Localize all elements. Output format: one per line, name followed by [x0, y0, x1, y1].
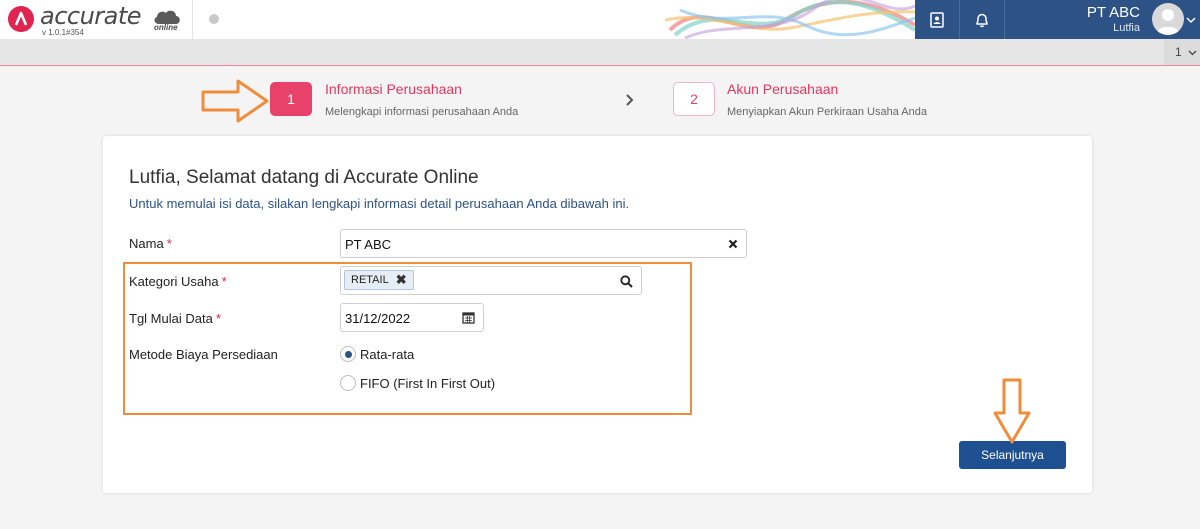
required-mark: *	[166, 236, 172, 251]
page-number: 1	[1175, 45, 1182, 59]
nama-label: Nama *	[129, 236, 172, 251]
header-user-area: PT ABC Lutfia	[915, 0, 1200, 39]
step-1-title: Informasi Perusahaan	[325, 81, 462, 97]
company-info[interactable]: PT ABC Lutfia	[1087, 4, 1140, 34]
step-2-number[interactable]: 2	[673, 82, 715, 116]
next-button[interactable]: Selanjutnya	[959, 441, 1066, 469]
avatar[interactable]	[1152, 3, 1184, 35]
logo-text: accurate	[40, 2, 142, 30]
annotation-arrow-down-icon	[993, 378, 1031, 444]
tab-bar: 1	[0, 39, 1200, 66]
notification-button[interactable]	[960, 0, 1004, 39]
nama-value: PT ABC	[345, 237, 392, 252]
chevron-right-icon	[626, 94, 634, 106]
tab-indicator[interactable]	[209, 14, 219, 24]
version-label: v 1.0.1#354	[42, 28, 84, 37]
step-1-number[interactable]: 1	[270, 82, 312, 116]
chevron-down-icon[interactable]	[1186, 16, 1196, 24]
user-name: Lutfia	[1113, 22, 1140, 34]
nama-input[interactable]: PT ABC	[340, 229, 747, 258]
bell-icon	[976, 13, 988, 27]
app-logo[interactable]: accurate online v 1.0.1#354	[8, 2, 188, 37]
chevron-down-icon	[1188, 50, 1197, 56]
step-2-title: Akun Perusahaan	[727, 81, 839, 97]
welcome-title: Lutfia, Selamat datang di Accurate Onlin…	[129, 167, 479, 188]
top-bar: accurate online v 1.0.1#354 PT ABC Lutfi…	[0, 0, 1200, 39]
logo-online-text: online	[154, 23, 178, 32]
highlight-box	[123, 262, 692, 415]
step-2-subtitle: Menyiapkan Akun Perkiraan Usaha Anda	[727, 106, 927, 118]
step-1-subtitle: Melengkapi informasi perusahaan Anda	[325, 106, 519, 118]
annotation-arrow-right-icon	[201, 79, 269, 123]
company-name: PT ABC	[1086, 4, 1140, 21]
clear-icon[interactable]	[728, 239, 738, 249]
welcome-subtitle: Untuk memulai isi data, silakan lengkapi…	[129, 196, 630, 211]
decorative-swirl	[665, 0, 915, 39]
address-book-icon	[930, 11, 944, 28]
avatar-icon	[1156, 9, 1180, 35]
address-book-button[interactable]	[915, 0, 959, 39]
divider	[192, 0, 193, 39]
divider	[1004, 0, 1005, 39]
accurate-logo-icon	[8, 6, 34, 32]
page-selector[interactable]: 1	[1164, 39, 1200, 65]
